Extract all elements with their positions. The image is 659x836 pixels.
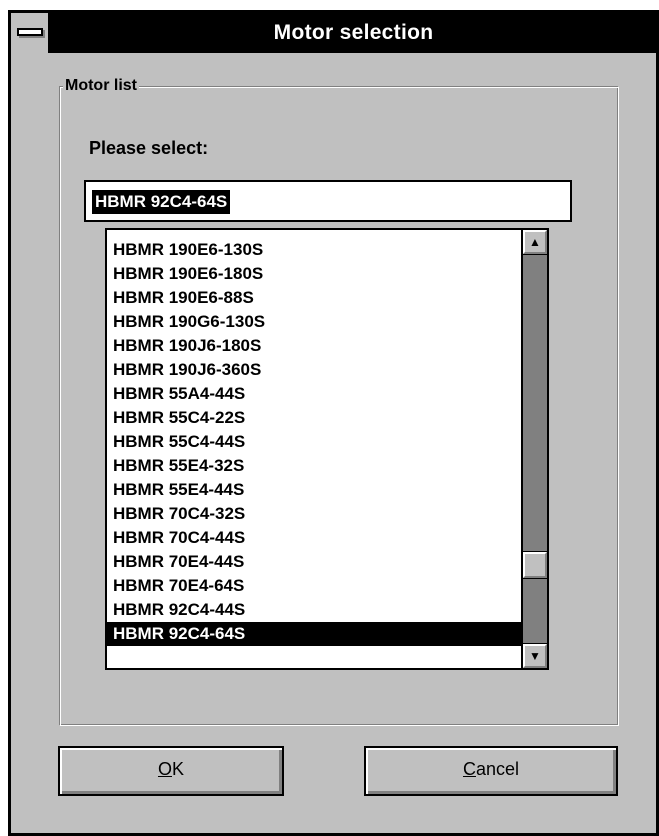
- arrow-down-icon: ▼: [529, 649, 541, 663]
- ok-accel: O: [157, 759, 172, 779]
- scroll-down-button[interactable]: ▼: [523, 644, 547, 668]
- cancel-label: ancel: [475, 759, 520, 779]
- list-item[interactable]: HBMR 55C4-22S: [107, 406, 531, 430]
- list-item[interactable]: HBMR 190J6-180S: [107, 334, 531, 358]
- motor-listbox[interactable]: HBMR 190E6-130S HBMR 190E6-180S HBMR 190E6…: [105, 228, 549, 670]
- combo-selected-text: HBMR 92C4-64S: [92, 190, 231, 214]
- window-title: Motor selection: [273, 21, 434, 44]
- system-menu-button[interactable]: [11, 13, 51, 53]
- list-item[interactable]: HBMR 92C4-64S: [107, 622, 531, 646]
- vertical-scrollbar[interactable]: ▲ ▼: [521, 230, 547, 668]
- list-item[interactable]: HBMR 55A4-44S: [107, 382, 531, 406]
- ok-button[interactable]: OK: [58, 746, 284, 796]
- list-item[interactable]: HBMR 190G6-130S: [107, 310, 531, 334]
- scroll-up-button[interactable]: ▲: [523, 230, 547, 254]
- arrow-up-icon: ▲: [529, 235, 541, 249]
- list-item[interactable]: HBMR 55C4-44S: [107, 430, 531, 454]
- cancel-button[interactable]: Cancel: [364, 746, 618, 796]
- list-item[interactable]: HBMR 190E6-88S: [107, 286, 531, 310]
- please-select-label: Please select:: [89, 138, 209, 158]
- list-item[interactable]: HBMR 92C4-44S: [107, 598, 531, 622]
- list-item[interactable]: HBMR 70C4-32S: [107, 502, 531, 526]
- list-item[interactable]: HBMR 190E6-180S: [107, 262, 531, 286]
- list-item[interactable]: HBMR 55E4-32S: [107, 454, 531, 478]
- ok-label: K: [172, 759, 185, 779]
- groupbox-label: Motor list: [63, 76, 139, 96]
- motor-list-items: HBMR 190E6-130S HBMR 190E6-180S HBMR 190E6…: [107, 238, 531, 646]
- list-item[interactable]: HBMR 55E4-44S: [107, 478, 531, 502]
- scroll-thumb[interactable]: [523, 552, 547, 579]
- system-menu-icon: [17, 28, 43, 36]
- list-item[interactable]: HBMR 70C4-44S: [107, 526, 531, 550]
- list-item[interactable]: HBMR 190E6-130S: [107, 238, 531, 262]
- motor-combo-input[interactable]: HBMR 92C4-64S: [84, 180, 572, 222]
- list-item[interactable]: HBMR 70E4-44S: [107, 550, 531, 574]
- title-bar[interactable]: Motor selection: [11, 13, 656, 53]
- list-item[interactable]: HBMR 70E4-64S: [107, 574, 531, 598]
- list-item[interactable]: HBMR 190J6-360S: [107, 358, 531, 382]
- cancel-accel: C: [462, 759, 476, 779]
